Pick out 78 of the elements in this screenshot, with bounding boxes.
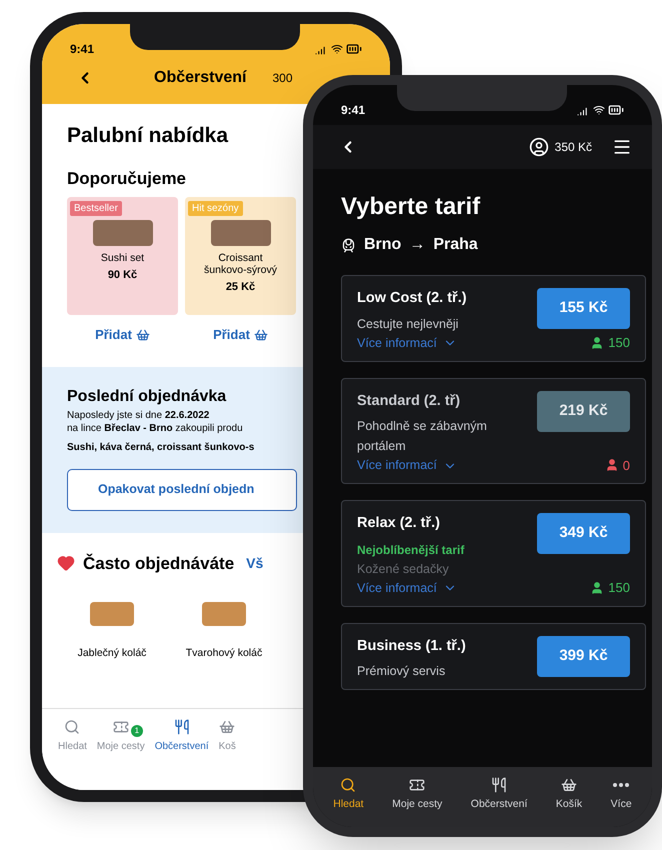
section-title: Doporučujeme [67, 168, 186, 190]
more-info-link[interactable]: Více informací [357, 334, 537, 352]
order-info-text: na lince Břeclav - Brno zakoupili produ [67, 422, 243, 434]
heart-icon [57, 554, 75, 572]
tab-icon [491, 777, 508, 793]
tab-icon [561, 777, 578, 793]
tab-icon [613, 783, 630, 787]
product-name: Jablečný koláč [78, 646, 146, 661]
train-icon [341, 238, 356, 252]
order-info-text: Naposledy jste si dne 22.6.2022 [67, 408, 210, 422]
tariff-description: Prémiový servis [357, 663, 446, 680]
section-title: Často objednáváte [83, 552, 234, 574]
order-items-text: Sushi, káva černá, croissant šunkovo-s [67, 440, 254, 454]
product-name: Tvarohový koláč [186, 646, 262, 661]
tab-badge: 1 [130, 725, 143, 737]
tab[interactable]: Občerstvení [154, 719, 209, 790]
status-time: 9:41 [341, 102, 366, 119]
product-card[interactable]: Bestseller Sushi set 90 Kč [67, 197, 178, 315]
seat-count: 0 [622, 456, 630, 474]
see-all-link[interactable]: Vš [246, 552, 264, 574]
tariff-card[interactable]: Business (1. tř.) Prémiový servis 399 Kč [341, 622, 646, 690]
page-heading: Vyberte tarif [340, 192, 482, 222]
photo-placeholder [210, 220, 270, 246]
tab-icon [112, 719, 129, 735]
tab[interactable]: Občerstvení [470, 777, 528, 813]
tariff-highlight: Nejoblíbenější tarif [357, 542, 466, 559]
price-button[interactable]: 155 Kč [537, 288, 630, 329]
route-destination: Praha [433, 235, 478, 255]
price-button[interactable]: 349 Kč [537, 513, 630, 554]
tab[interactable]: Košík [556, 777, 582, 813]
photo-placeholder [202, 602, 246, 626]
tariff-description: Cestujte nejlevněji [357, 316, 460, 333]
product-price: 90 Kč [108, 268, 138, 283]
tab-icon [409, 777, 426, 793]
product-name: Sushi set [100, 252, 144, 264]
price-button[interactable]: 399 Kč [537, 636, 630, 676]
seat-count: 150 [608, 579, 630, 597]
tab-icon [219, 719, 236, 735]
balance: 300 [272, 70, 293, 87]
add-button[interactable]: Přidat [213, 325, 268, 344]
tariff-description: Kožené sedačky [357, 560, 450, 578]
tab[interactable]: 1 Moje cesty [96, 719, 145, 790]
photo-placeholder [92, 220, 152, 246]
basket-icon [254, 328, 268, 342]
tab[interactable]: Moje cesty [392, 777, 442, 813]
basket-icon [136, 328, 150, 342]
section-title: Poslední objednávka [67, 386, 226, 406]
product-badge: Hit sezóny [188, 201, 243, 216]
balance: 350 Kč [554, 139, 592, 156]
seat-count: 150 [608, 334, 630, 352]
tariff-name: Standard (2. tř) [357, 392, 462, 410]
repeat-order-button[interactable]: Opakovat poslední objedn [67, 468, 297, 510]
page-title: Občerstvení [154, 68, 246, 88]
product-badge: Bestseller [70, 201, 122, 216]
status-time: 9:41 [70, 41, 94, 58]
photo-placeholder [90, 602, 134, 626]
tab[interactable]: Více [610, 777, 632, 813]
more-info-link[interactable]: Více informací [357, 578, 537, 598]
tab-icon [340, 777, 356, 793]
tab[interactable]: Koš [218, 719, 236, 790]
product-card[interactable]: Hit sezóny Croissant šunkovo-sýrový 25 Kč [185, 197, 296, 315]
tariff-name: Business (1. tř.) [357, 636, 467, 656]
tab[interactable]: Hledat [333, 777, 364, 813]
account-icon[interactable] [528, 137, 549, 157]
route-origin: Brno [364, 235, 402, 255]
tab-icon [64, 719, 80, 735]
tariff-card[interactable]: Relax (2. tř.) Nejoblíbenější tarif Kožené sedačky Více informací 349 Kč 150 [341, 500, 646, 606]
route-arrow: → [409, 235, 426, 255]
add-button[interactable]: Přidat [95, 325, 150, 344]
tariff-description: Pohodlně se zábavným portálem [357, 418, 488, 456]
tariff-name: Relax (2. tř.) [357, 514, 441, 533]
product-price: 25 Kč [226, 280, 256, 295]
product-name: Croissant šunkovo-sýrový [203, 252, 278, 276]
page-heading: Palubní nabídka [67, 123, 228, 149]
tariff-card[interactable]: Low Cost (2. tř.) Cestujte nejlevněji Více informací 155 Kč 150 [341, 275, 646, 362]
tariff-name: Low Cost (2. tř.) [357, 289, 468, 308]
tab[interactable]: Hledat [58, 719, 87, 790]
tab-icon [174, 719, 190, 735]
